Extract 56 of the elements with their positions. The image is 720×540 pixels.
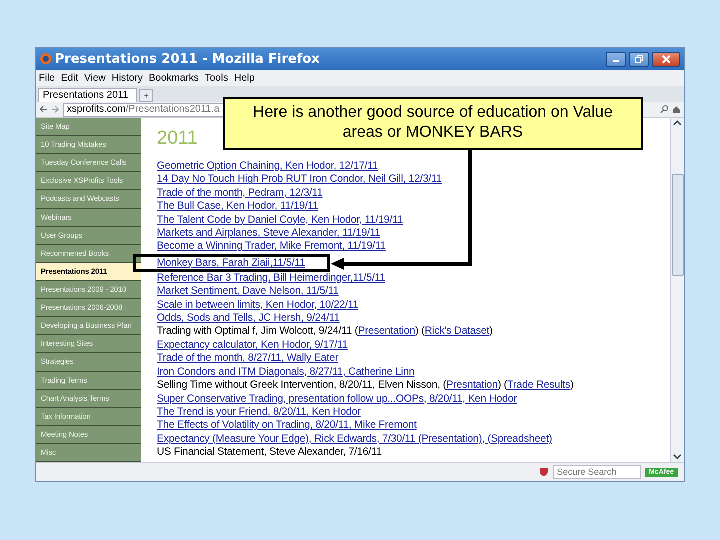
url-field[interactable]: xsprofits.com/Presentations2011.a: [63, 102, 225, 116]
presentation-link[interactable]: Become a Winning Trader, Mike Fremont, 11/19/11: [157, 240, 386, 252]
document-link[interactable]: Trade Results: [507, 379, 570, 392]
menu-item[interactable]: Tools: [205, 72, 228, 84]
close-button[interactable]: [652, 52, 680, 66]
firefox-icon: [40, 53, 52, 65]
presentation-link[interactable]: Expectancy (Measure Your Edge), Rick Edwards, 7/30/11 (Presentation), (Spreadsheet): [157, 432, 552, 445]
presentation-link[interactable]: The Talent Code by Daniel Coyle, Ken Hodor, 11/19/11: [157, 214, 404, 226]
menu-item[interactable]: Bookmarks: [148, 72, 199, 84]
document-link[interactable]: Presntation: [446, 379, 498, 392]
shield-icon: [539, 467, 550, 477]
search-icon[interactable]: [660, 105, 669, 114]
presentation-link[interactable]: Iron Condors and ITM Diagonals, 8/27/11, Catherine Linn: [157, 366, 415, 378]
presentation-link[interactable]: Scale in between limits, Ken Hodor, 10/22/11: [157, 298, 359, 311]
restore-icon: [634, 54, 644, 64]
home-icon[interactable]: [672, 105, 681, 114]
entry-text: Selling Time without Greek Intervention, 8/20/11, Elven Nisson, (: [157, 379, 446, 392]
window-title: Presentations 2011 - Mozilla Firefox: [55, 52, 321, 66]
presentation-link[interactable]: Market Sentiment, Dave Nelson, 11/5/11: [157, 285, 339, 298]
entry-text: ) (: [498, 379, 508, 392]
minimize-button[interactable]: [606, 52, 626, 66]
presentation-link[interactable]: Odds, Sods and Tells, JC Hersh, 9/24/11: [157, 312, 340, 324]
document-link[interactable]: Presentation: [358, 325, 416, 338]
menu-item[interactable]: File: [39, 72, 56, 84]
close-icon: [662, 54, 670, 64]
callout-note: Here is another good source of education on Value areas or MONKEY BARS: [223, 97, 643, 150]
entry-text: ): [570, 379, 574, 392]
menu-item[interactable]: Help: [234, 72, 255, 84]
menu-item[interactable]: Edit: [61, 72, 78, 84]
presentation-link[interactable]: Trade of the month, 8/27/11, Wally Eater: [157, 352, 339, 364]
entry-text: US Financial Statement, Steve Alexander, 7/16/11: [157, 446, 383, 460]
entry-text: ): [490, 325, 493, 338]
document-link[interactable]: Rick's Dataset: [424, 325, 490, 338]
presentation-link[interactable]: The Trend is your Friend, 8/20/11, Ken Hodor: [157, 406, 361, 418]
restore-button[interactable]: [629, 52, 649, 66]
browser-tab[interactable]: Presentations 2011: [38, 88, 138, 102]
scroll-thumb[interactable]: [672, 174, 684, 276]
search-field[interactable]: Secure Search: [553, 465, 642, 479]
menu-item[interactable]: View: [84, 72, 106, 84]
presentation-link[interactable]: Geometric Option Chaining, Ken Hodor, 12/17/11: [157, 160, 378, 172]
presentation-link[interactable]: Reference Bar 3 Trading, Bill Heimerdinger,11/5/11: [157, 272, 386, 284]
entry-text: ) (: [415, 325, 425, 338]
presentation-link[interactable]: Expectancy calculator, Ken Hodor, 9/17/11: [157, 338, 348, 351]
presentation-link[interactable]: Markets and Airplanes, Steve Alexander, 11/19/11: [157, 227, 381, 240]
presentation-link[interactable]: The Effects of Volatility on Trading, 8/20/11, Mike Fremont: [157, 419, 417, 432]
page-heading: 2011: [157, 128, 198, 150]
presentation-link[interactable]: 14 Day No Touch High Prob RUT Iron Condor, Neil Gill, 12/3/11: [157, 173, 442, 186]
new-tab-button[interactable]: +: [139, 89, 154, 102]
presentation-link[interactable]: The Bull Case, Ken Hodor, 11/19/11: [157, 200, 318, 212]
entry-text: Trading with Optimal f, Jim Wolcott, 9/24/11 (: [157, 325, 358, 338]
presentation-link[interactable]: Super Conservative Trading, presentation follow up...OOPs, 8/20/11, Ken Hodor: [157, 392, 518, 404]
scrollbar[interactable]: [670, 118, 684, 462]
back-icon[interactable]: [39, 105, 48, 114]
menu-item[interactable]: History: [112, 72, 143, 84]
presentation-link[interactable]: Monkey Bars, Farah Ziaii,11/5/11: [157, 256, 306, 269]
presentation-link[interactable]: Trade of the month, Pedram, 12/3/11: [157, 186, 323, 199]
